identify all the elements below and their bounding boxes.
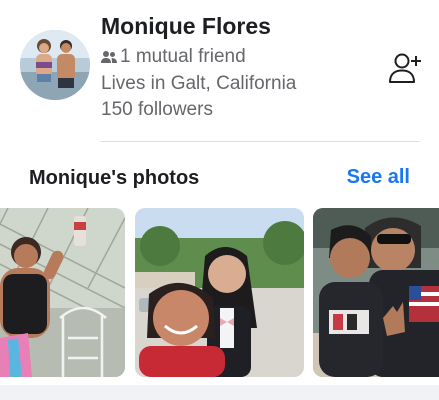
followers-label[interactable]: 150 followers <box>101 99 213 121</box>
photos-strip <box>0 208 439 378</box>
mutual-friends-row[interactable]: 1 mutual friend <box>101 46 246 68</box>
photo-2[interactable] <box>135 208 304 377</box>
location-label: Lives in Galt, California <box>101 73 297 94</box>
photo-1-image <box>0 208 125 377</box>
photo-2-image <box>135 208 304 377</box>
photo-3[interactable] <box>313 208 439 377</box>
photos-section-title: Monique's photos <box>29 167 200 189</box>
photo-3-image <box>313 208 439 377</box>
profile-name[interactable]: Monique Flores <box>101 13 271 40</box>
photo-1[interactable] <box>0 208 125 377</box>
avatar[interactable] <box>20 30 90 100</box>
profile-header: Monique Flores 1 mutual friend Lives in … <box>0 0 439 142</box>
photos-section-header: Monique's photos See all <box>0 142 439 207</box>
see-all-link[interactable]: See all <box>347 166 410 189</box>
avatar-image <box>20 30 90 100</box>
add-friend-icon[interactable] <box>388 52 422 84</box>
section-divider <box>0 385 439 400</box>
friends-icon <box>101 51 117 63</box>
mutual-friends-label: 1 mutual friend <box>120 46 246 67</box>
